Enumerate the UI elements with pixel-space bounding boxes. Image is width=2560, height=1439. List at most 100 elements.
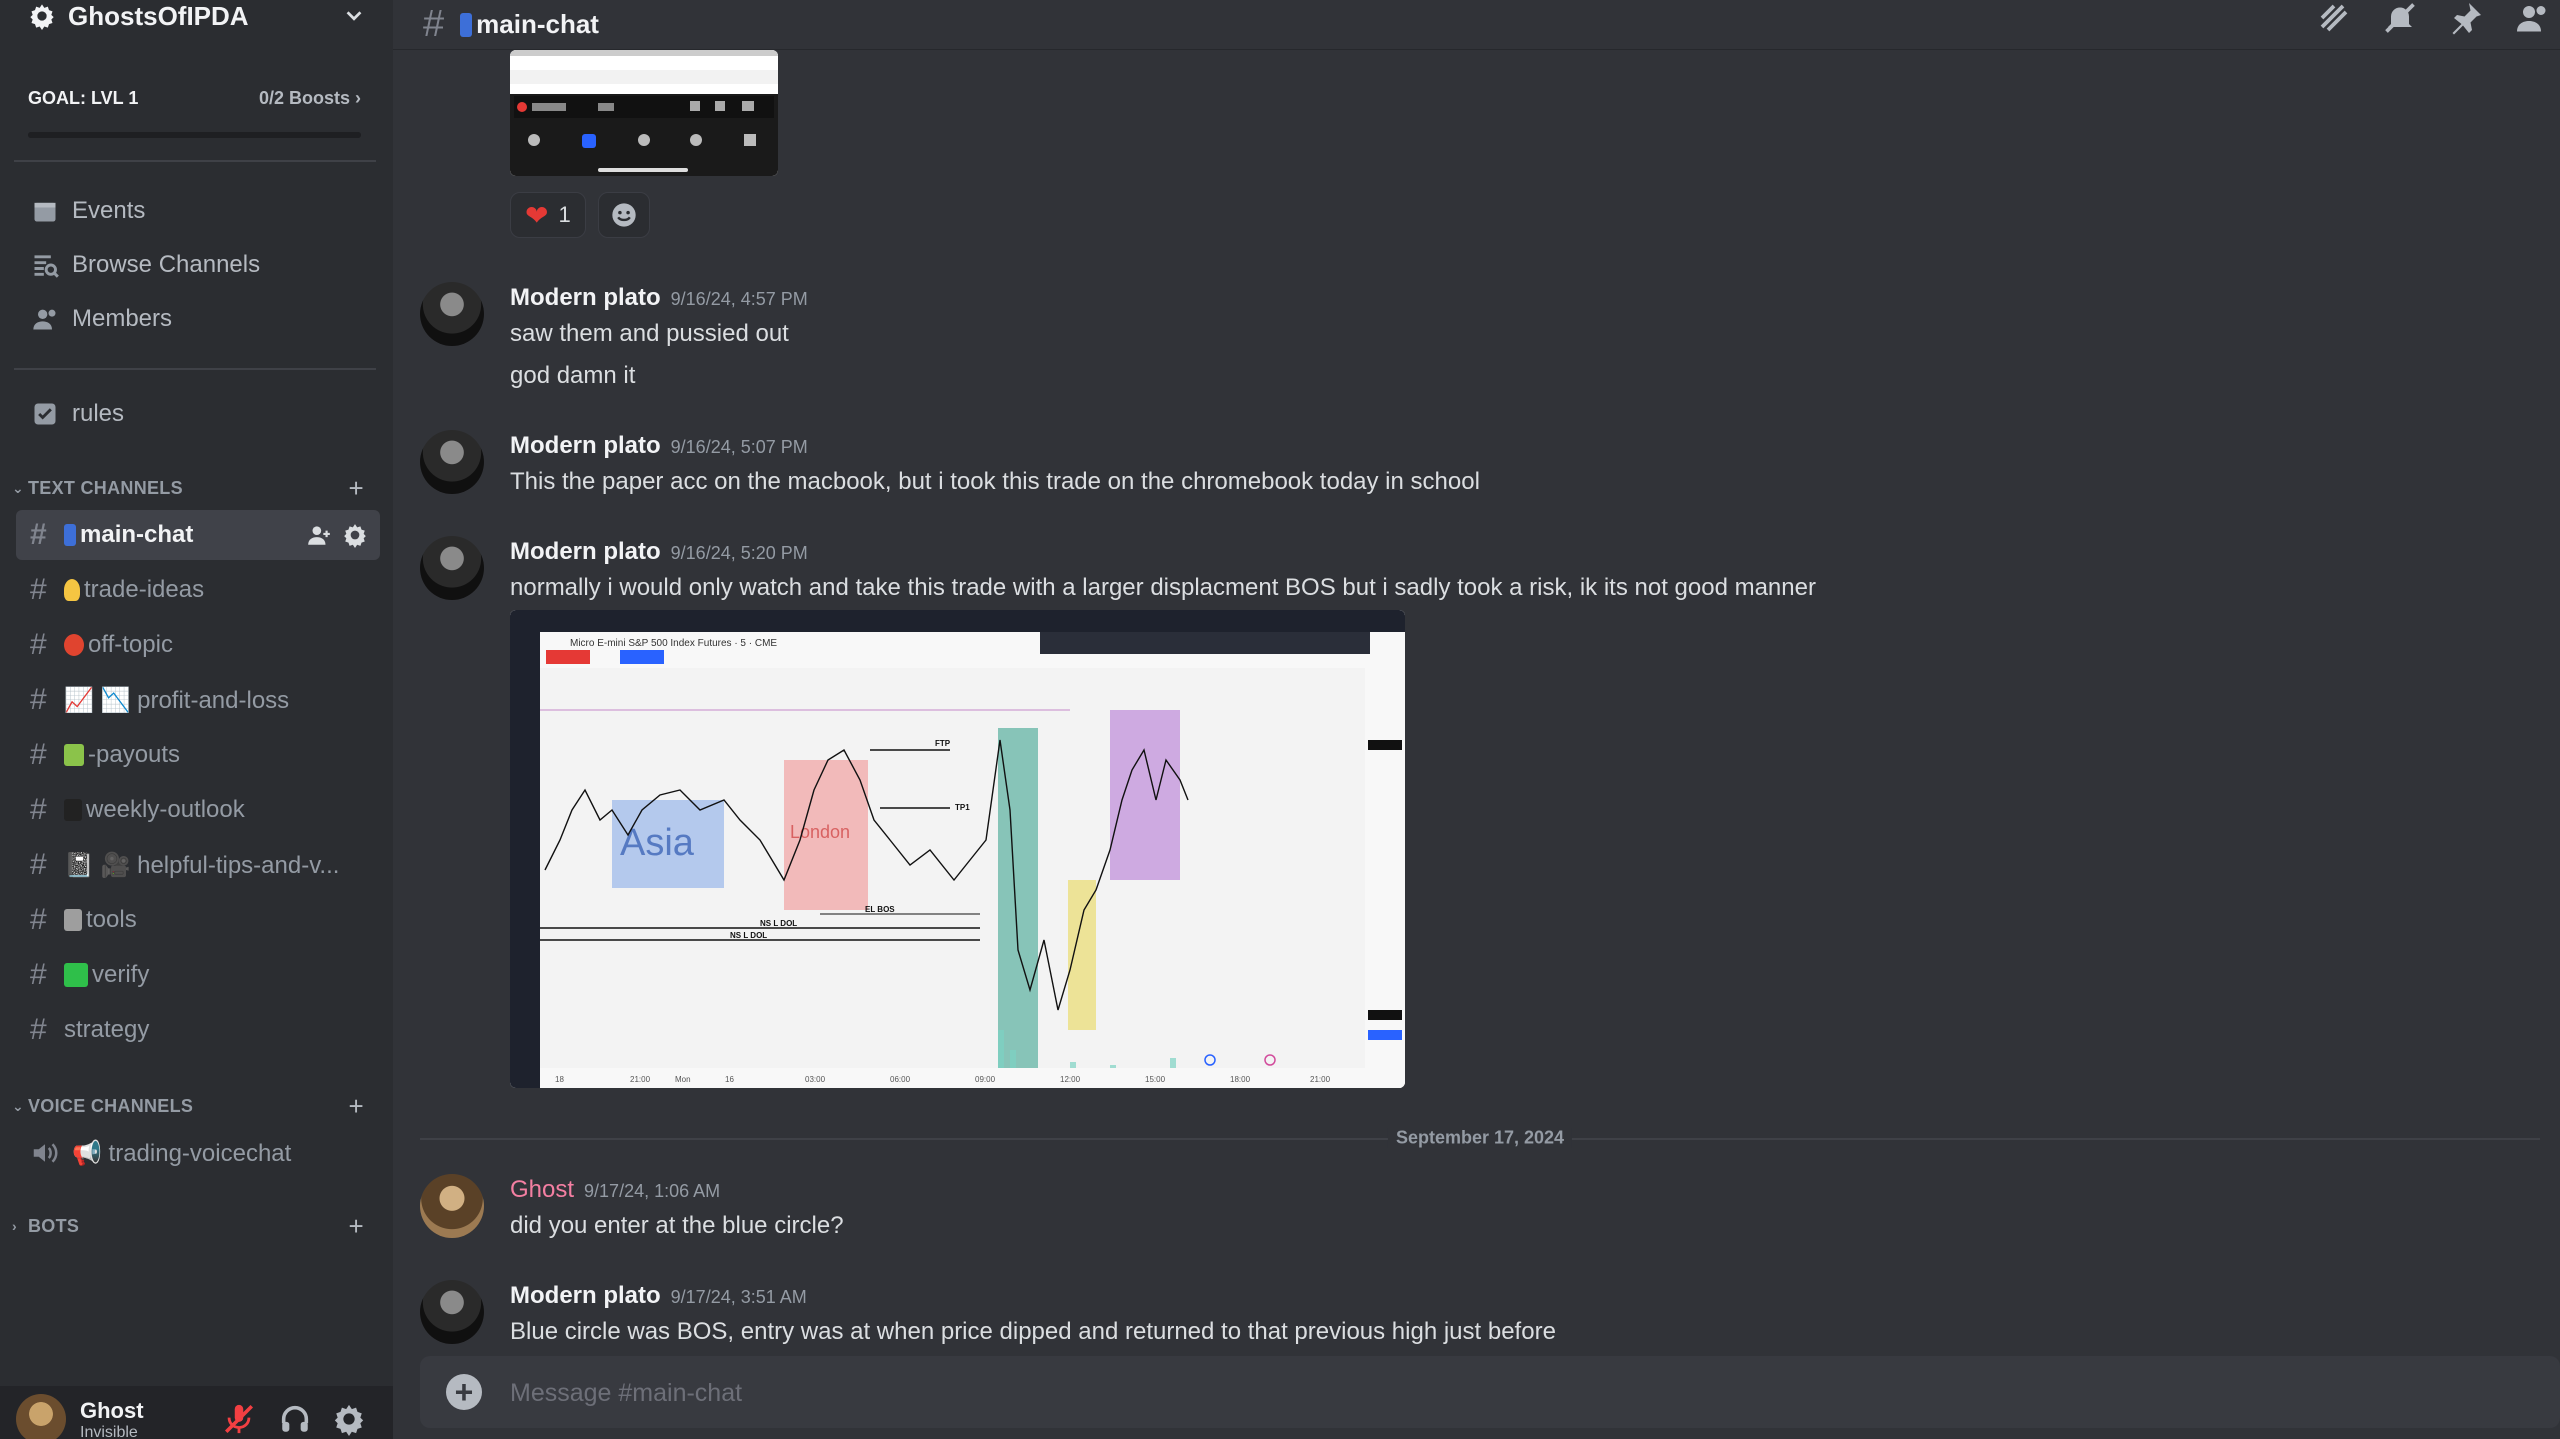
message-timestamp: 9/16/24, 5:07 PM bbox=[670, 437, 808, 457]
hash-icon: # bbox=[30, 903, 47, 936]
add-reaction-button[interactable] bbox=[597, 192, 650, 238]
chevron-right-icon: › bbox=[12, 1218, 17, 1234]
hash-icon: # bbox=[30, 848, 47, 881]
channel-header: # main-chat bbox=[393, 0, 2560, 50]
message-author[interactable]: Ghost bbox=[510, 1176, 574, 1203]
message-author[interactable]: Modern plato bbox=[510, 284, 661, 311]
channel-payouts[interactable]: # -payouts bbox=[16, 730, 380, 780]
avatar[interactable] bbox=[420, 1174, 484, 1238]
image-attachment-chart-screenshot[interactable]: Micro E-mini S&P 500 Index Futures · 5 ·… bbox=[510, 610, 1405, 1088]
rules-icon bbox=[30, 399, 60, 429]
time-axis-label: 09:00 bbox=[975, 1075, 996, 1084]
message-author[interactable]: Modern plato bbox=[510, 1282, 661, 1309]
nav-browse-channels[interactable]: Browse Channels bbox=[16, 240, 378, 290]
channel-weekly-outlook[interactable]: # weekly-outlook bbox=[16, 785, 380, 835]
message-header: Modern plato 9/16/24, 5:07 PM bbox=[510, 432, 808, 460]
add-attachment-plus-icon[interactable]: + bbox=[446, 1374, 482, 1410]
channel-label: weekly-outlook bbox=[86, 796, 245, 823]
checkmark-emoji-icon bbox=[64, 963, 88, 987]
lightbulb-emoji-icon bbox=[64, 579, 80, 601]
channel-label: 📈 📉 profit-and-loss bbox=[64, 686, 290, 714]
create-channel-plus-icon[interactable]: + bbox=[349, 1211, 364, 1242]
message-author[interactable]: Modern plato bbox=[510, 538, 661, 565]
reactions-row: ❤ 1 bbox=[510, 192, 650, 238]
time-axis-label: 21:00 bbox=[630, 1075, 651, 1084]
time-axis-label: 15:00 bbox=[1145, 1075, 1166, 1084]
channel-rules[interactable]: rules bbox=[16, 389, 378, 439]
image-attachment-phone-screenshot[interactable] bbox=[510, 50, 778, 176]
avatar[interactable] bbox=[420, 536, 484, 600]
channel-tools[interactable]: # tools bbox=[16, 895, 380, 945]
avatar[interactable] bbox=[16, 1394, 66, 1439]
channel-trade-ideas[interactable]: # trade-ideas bbox=[16, 565, 380, 615]
money-emoji-icon bbox=[64, 744, 84, 766]
date-separator: September 17, 2024 bbox=[420, 1127, 2540, 1149]
trading-chart-image: Micro E-mini S&P 500 Index Futures · 5 ·… bbox=[510, 610, 1405, 1088]
avatar[interactable] bbox=[420, 430, 484, 494]
user-panel: Ghost Invisible bbox=[0, 1386, 393, 1439]
channel-off-topic[interactable]: # off-topic bbox=[16, 620, 380, 670]
calendar-icon bbox=[30, 196, 60, 226]
hash-icon: # bbox=[30, 628, 47, 661]
tools-emoji-icon bbox=[64, 909, 82, 931]
time-axis-label: 21:00 bbox=[1310, 1075, 1331, 1084]
nav-members[interactable]: Members bbox=[16, 294, 378, 344]
channel-main-chat[interactable]: # main-chat bbox=[16, 510, 380, 560]
chart-annotation: TP1 bbox=[955, 803, 970, 812]
message-text: god damn it bbox=[510, 362, 636, 389]
time-axis-label: 16 bbox=[725, 1075, 734, 1084]
heart-icon: ❤ bbox=[525, 199, 549, 231]
chevron-down-icon: ⌄ bbox=[12, 479, 25, 496]
speaker-icon bbox=[33, 1143, 58, 1163]
message-timestamp: 9/17/24, 1:06 AM bbox=[584, 1181, 721, 1201]
message-text: normally i would only watch and take thi… bbox=[510, 574, 1816, 601]
avatar[interactable] bbox=[420, 1280, 484, 1344]
gear-icon[interactable] bbox=[332, 1402, 366, 1436]
server-header[interactable]: GhostsOfIPDA bbox=[0, 0, 393, 32]
channel-label: verify bbox=[92, 961, 150, 988]
server-settings-icon bbox=[30, 4, 54, 30]
mute-icon[interactable] bbox=[222, 1402, 256, 1436]
message-author[interactable]: Modern plato bbox=[510, 432, 661, 459]
message-header: Modern plato 9/16/24, 4:57 PM bbox=[510, 284, 808, 312]
channel-label: trade-ideas bbox=[84, 576, 205, 603]
avatar[interactable] bbox=[420, 282, 484, 346]
nav-events[interactable]: Events bbox=[16, 186, 378, 236]
channel-label: 📢 trading-voicechat bbox=[72, 1139, 292, 1167]
message-timestamp: 9/16/24, 4:57 PM bbox=[670, 289, 808, 309]
channel-profit-and-loss[interactable]: # 📈 📉 profit-and-loss bbox=[16, 675, 380, 725]
hash-icon: # bbox=[30, 738, 47, 771]
phone-emoji-icon bbox=[64, 524, 76, 546]
message-text: saw them and pussied out bbox=[510, 320, 789, 347]
message-text: did you enter at the blue circle? bbox=[510, 1212, 844, 1239]
member-list-icon[interactable] bbox=[2514, 0, 2550, 36]
invite-icon[interactable] bbox=[306, 522, 332, 548]
time-axis-label: 06:00 bbox=[890, 1075, 911, 1084]
create-channel-plus-icon[interactable]: + bbox=[349, 1091, 364, 1122]
chevron-down-icon[interactable] bbox=[343, 5, 365, 27]
reaction-count: 1 bbox=[558, 202, 571, 227]
pin-icon[interactable] bbox=[2448, 0, 2484, 36]
rules-label: rules bbox=[72, 400, 125, 427]
channel-verify[interactable]: # verify bbox=[16, 950, 380, 1000]
gear-icon[interactable] bbox=[342, 522, 368, 548]
category-text-channels[interactable]: ⌄ TEXT CHANNELS + bbox=[12, 473, 372, 504]
create-channel-plus-icon[interactable]: + bbox=[349, 473, 364, 504]
reaction-heart[interactable]: ❤ 1 bbox=[510, 192, 586, 238]
category-voice-channels[interactable]: ⌄ VOICE CHANNELS + bbox=[12, 1091, 372, 1122]
category-bots[interactable]: › BOTS + bbox=[12, 1211, 372, 1242]
message-input[interactable] bbox=[508, 1370, 2412, 1416]
channel-strategy[interactable]: # strategy bbox=[16, 1005, 380, 1055]
threads-icon[interactable] bbox=[2316, 0, 2352, 36]
boost-goal[interactable]: GOAL: LVL 1 0/2 Boosts › bbox=[28, 88, 361, 148]
headphones-icon[interactable] bbox=[278, 1402, 312, 1436]
channel-helpful-tips[interactable]: # 📓 🎥 helpful-tips-and-v... bbox=[16, 840, 380, 890]
category-label: TEXT CHANNELS bbox=[28, 477, 183, 498]
hash-icon: # bbox=[30, 958, 47, 991]
channel-label: strategy bbox=[64, 1016, 150, 1043]
time-axis-label: 03:00 bbox=[805, 1075, 826, 1084]
category-label: BOTS bbox=[28, 1215, 80, 1236]
voice-channel-trading[interactable]: 📢 trading-voicechat bbox=[16, 1128, 380, 1178]
hash-icon: # bbox=[30, 793, 47, 826]
notification-bell-muted-icon[interactable] bbox=[2382, 0, 2418, 36]
